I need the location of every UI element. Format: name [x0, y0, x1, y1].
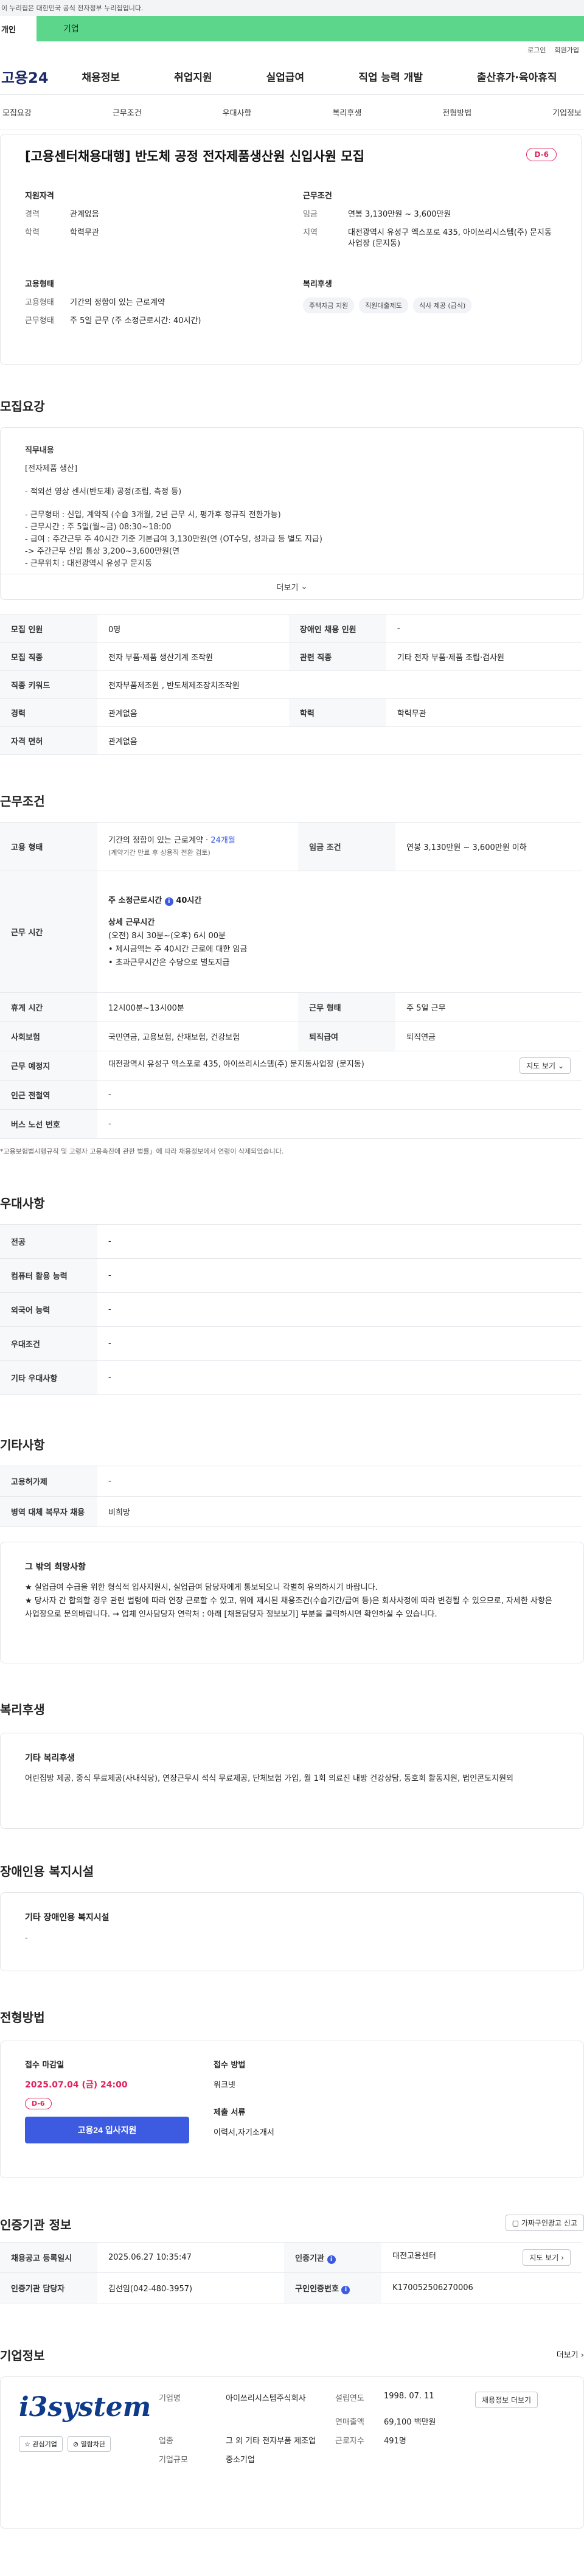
section-title-requirements: 모집요강: [0, 399, 45, 414]
section-title-apply: 전형방법: [0, 2010, 45, 2025]
document-icon: ▢: [512, 2219, 520, 2227]
nav-employment-support[interactable]: 취업지원: [174, 69, 212, 84]
conditions-table: 고용 형태 기간의 정함이 있는 근로계약 · 24개월 (계약기간 만료 후 상…: [0, 822, 582, 1139]
dday-badge: D-6: [526, 148, 557, 161]
like-company-button[interactable]: ☆ 관심기업: [19, 2436, 63, 2452]
summary-work: 근무조건 임금 연봉 3,130만원 ~ 3,600만원 지역 대전광역시 유성구 …: [303, 192, 552, 248]
requirements-table: 모집 인원 0명 장애인 채용 인원 - 모집 직종 전자 부품·제품 생산기계 조작원…: [0, 614, 582, 755]
recruit-info-button[interactable]: 채용정보 더보기: [475, 2392, 538, 2408]
apply-button[interactable]: 고용24 입사지원: [25, 2117, 189, 2143]
apply-box: 접수 마감일 2025.07.04 (금) 24:00 D-6 고용24 입사지…: [0, 2041, 584, 2178]
company-info: 기업명 아이쓰리시스템주식회사 설립연도 1998. 07. 11 채용정보 더보기…: [141, 2392, 565, 2513]
site-logo[interactable]: 고용24: [0, 66, 55, 87]
subnav-preferences[interactable]: 우대사항: [223, 106, 252, 118]
cert-map-button[interactable]: 지도 보기 ›: [523, 2249, 571, 2266]
signup-link[interactable]: 회원가입: [555, 45, 579, 55]
subnav-requirements[interactable]: 모집요강: [2, 106, 32, 118]
cert-table: 채용공고 등록일시 2025.06.27 10:35:47 인증기관 i 대전고용센터…: [0, 2242, 582, 2303]
subnav-conditions[interactable]: 근무조건: [113, 106, 142, 118]
subnav-company[interactable]: 기업정보: [552, 106, 582, 118]
other-wishes-box: 그 밖의 희망사항 ★ 실업급여 수급을 위한 형식적 입사지원시, 실업급여 …: [0, 1542, 584, 1663]
section-title-conditions: 근무조건: [0, 794, 45, 809]
section-title-benefits: 복리후생: [0, 1702, 45, 1717]
block-company-button[interactable]: ⊘ 열람차단: [67, 2436, 111, 2452]
section-title-cert: 인증기관 정보: [0, 2217, 72, 2232]
info-icon[interactable]: i: [327, 2255, 336, 2264]
section-title-disabled: 장애인용 복지시설: [0, 1864, 94, 1879]
company-more-link[interactable]: 더보기 ›: [557, 2348, 584, 2360]
info-icon[interactable]: i: [164, 897, 173, 906]
preferences-table: 전공 - 컴퓨터 활용 능력 - 외국어 능력 - 우대조건 - 기타 우대사항 -: [0, 1224, 582, 1395]
star-icon: ☆: [24, 2440, 30, 2448]
section-nav: 모집요강 근무조건 우대사항 복리후생 전형방법 기업정보: [0, 95, 584, 130]
etc-table: 고용허가제 - 병역 대체 복무자 채용 비희망: [0, 1466, 582, 1527]
requirements-box: 직무내용 [전자제품 생산] - 적외선 영상 센서(반도체) 공정(조립, 측…: [0, 427, 584, 600]
company-card: i3system ☆ 관심기업 ⊘ 열람차단 기업명 아이쓰리시스템주식회사 설립…: [0, 2376, 584, 2529]
summary-welfare: 복리후생 주택자금 지원 직원대출제도 식사 제공 (급식): [303, 277, 557, 334]
chevron-right-icon: ›: [580, 2350, 584, 2360]
summary-employment: 고용형태 고용형태 기간의 정함이 있는 근로계약 근무형태 주 5일 근무 (주 …: [25, 280, 201, 325]
age-note: *고용보험법시행규칙 및 고령자 고용촉진에 관한 법률」에 따라 채용정보에서…: [0, 1147, 284, 1155]
nav-leave[interactable]: 출산휴가·육아휴직: [477, 69, 557, 84]
welfare-chip: 식사 제공 (급식): [412, 298, 472, 313]
job-summary-card: [고용센터채용대행] 반도체 공정 전자제품생산원 신입사원 모집 D-6 지원…: [0, 134, 582, 365]
nav-jobs[interactable]: 채용정보: [82, 69, 120, 84]
block-icon: ⊘: [72, 2440, 79, 2448]
header: 고용24 채용정보 취업지원 실업급여 직업 능력 개발 출산휴가·육아휴직: [0, 58, 584, 95]
gov-banner: 이 누리집은 대한민국 공식 전자정부 누리집입니다.: [0, 0, 584, 16]
subnav-selection[interactable]: 전형방법: [442, 106, 471, 118]
welfare-chip: 직원대출제도: [359, 298, 408, 313]
dday-badge: D-6: [25, 2098, 52, 2109]
util-bar: 로그인 회원가입: [0, 41, 584, 58]
main-nav: 채용정보 취업지원 실업급여 직업 능력 개발 출산휴가·육아휴직: [55, 69, 584, 84]
deadline: 2025.07.04 (금) 24:00: [25, 2080, 128, 2090]
tab-business[interactable]: 기업: [36, 16, 584, 41]
gnb-tabs: 개인 기업: [0, 16, 584, 41]
section-title-company: 기업정보: [0, 2348, 45, 2363]
summary-applicant: 지원자격 경력 관계없음 학력 학력무관: [25, 192, 99, 237]
section-title-preferences: 우대사항: [0, 1196, 45, 1211]
report-fake-button[interactable]: ▢ 가짜구인광고 신고: [505, 2215, 584, 2231]
subnav-benefits[interactable]: 복리후생: [332, 106, 361, 118]
section-title-etc: 기타사항: [0, 1438, 45, 1452]
nav-unemployment[interactable]: 실업급여: [266, 69, 305, 84]
chevron-down-icon: ⌄: [301, 582, 308, 591]
login-link[interactable]: 로그인: [527, 45, 546, 55]
map-button[interactable]: 지도 보기 ⌄: [520, 1057, 571, 1074]
requirements-text: 직무내용 [전자제품 생산] - 적외선 영상 센서(반도체) 공정(조립, 측…: [25, 446, 322, 568]
nav-training[interactable]: 직업 능력 개발: [358, 69, 423, 84]
chevron-down-icon: ⌄: [557, 1062, 564, 1070]
disabled-facility-box: 기타 장애인용 복지시설 -: [0, 1892, 584, 1971]
more-button[interactable]: 더보기 ⌄: [1, 574, 583, 599]
chevron-right-icon: ›: [561, 2254, 564, 2262]
tab-personal[interactable]: 개인: [0, 16, 36, 41]
company-logo: i3system: [19, 2392, 151, 2423]
info-icon[interactable]: i: [341, 2285, 350, 2294]
job-title: [고용센터채용대행] 반도체 공정 전자제품생산원 신입사원 모집: [25, 149, 365, 164]
benefits-box: 기타 복리후생 어린집방 제공, 중식 무료제공(사내식당), 연장근무시 석식…: [0, 1733, 584, 1829]
welfare-chip: 주택자금 지원: [303, 298, 355, 313]
